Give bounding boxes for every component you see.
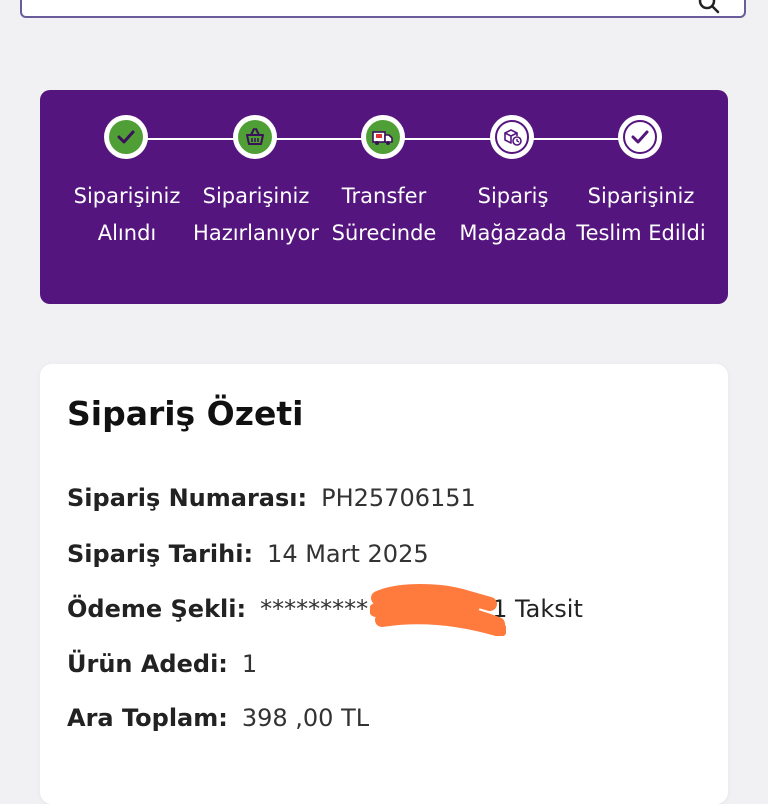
step-delivered-circle bbox=[618, 115, 662, 159]
order-number-label: Sipariş Numarası: bbox=[67, 484, 308, 512]
step-label: Siparişiniz Alındı bbox=[73, 184, 181, 245]
cut-off-row bbox=[67, 758, 75, 786]
order-date-label: Sipariş Tarihi: bbox=[67, 540, 254, 568]
summary-title: Sipariş Özeti bbox=[67, 394, 304, 433]
checkmark-icon bbox=[117, 130, 135, 144]
step-label: Siparişiniz Hazırlanıyor bbox=[193, 184, 319, 245]
step-received-circle bbox=[104, 115, 148, 159]
quantity-label: Ürün Adedi: bbox=[67, 650, 228, 678]
subtotal-label: Ara Toplam: bbox=[67, 704, 228, 732]
order-number-value: PH25706151 bbox=[321, 484, 476, 512]
step-label: Transfer Sürecinde bbox=[331, 184, 437, 245]
search-icon[interactable] bbox=[698, 0, 720, 14]
order-date-value: 14 Mart 2025 bbox=[267, 540, 429, 568]
order-status-tracker: Siparişiniz Alındı Siparişiniz Hazırlanı… bbox=[40, 90, 728, 304]
subtotal-value: 398 ,00 TL bbox=[241, 704, 370, 732]
store-package-icon bbox=[504, 129, 522, 146]
redaction-scribble bbox=[370, 584, 506, 636]
basket-icon bbox=[246, 128, 264, 145]
search-input[interactable] bbox=[20, 0, 746, 18]
order-number-row: Sipariş Numarası: PH25706151 bbox=[67, 484, 476, 512]
quantity-row: Ürün Adedi: 1 bbox=[67, 650, 257, 678]
checkmark-icon bbox=[631, 130, 649, 144]
step-label: Sipariş Mağazada bbox=[459, 184, 567, 245]
step-in-store-circle bbox=[490, 115, 534, 159]
payment-masked-value: ********* bbox=[260, 595, 369, 623]
step-transfer-circle bbox=[361, 115, 405, 159]
order-date-row: Sipariş Tarihi: 14 Mart 2025 bbox=[67, 540, 429, 568]
quantity-value: 1 bbox=[241, 650, 258, 678]
delivery-truck-icon bbox=[372, 131, 393, 145]
subtotal-row: Ara Toplam: 398 ,00 TL bbox=[67, 704, 369, 732]
step-preparing-circle bbox=[233, 115, 277, 159]
step-label: Siparişiniz Teslim Edildi bbox=[576, 184, 706, 245]
payment-label: Ödeme Şekli: bbox=[67, 595, 247, 623]
